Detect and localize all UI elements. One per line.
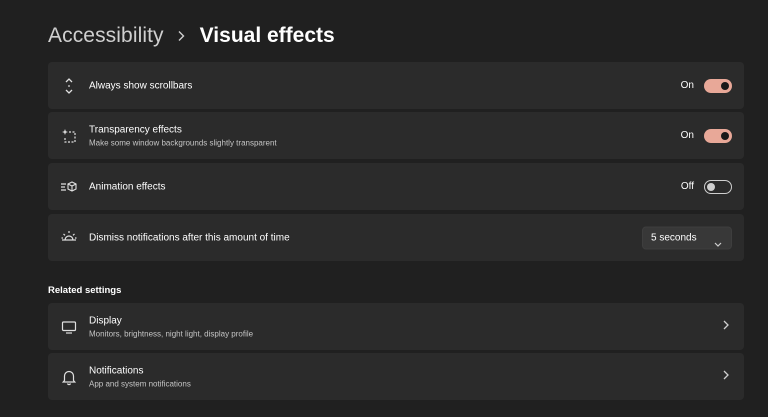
related-item-title: Notifications — [89, 365, 144, 376]
toggle-knob — [707, 182, 715, 191]
setting-title: Dismiss notifications after this amount … — [89, 232, 290, 243]
setting-transparency-effects: Transparency effects Make some window ba… — [48, 112, 744, 159]
toggle-state-label: On — [680, 130, 694, 141]
scrollbar-icon — [60, 77, 78, 95]
chevron-right-icon — [722, 318, 730, 336]
transparency-icon — [60, 127, 78, 145]
transparency-toggle[interactable] — [704, 128, 732, 143]
toggle-state-label: On — [680, 80, 694, 91]
toggle-state-label: Off — [680, 181, 694, 192]
related-item-description: Monitors, brightness, night light, displ… — [89, 329, 254, 338]
monitor-icon — [60, 318, 78, 336]
setting-dismiss-notifications: Dismiss notifications after this amount … — [48, 214, 744, 261]
scrollbars-toggle[interactable] — [704, 78, 732, 93]
breadcrumb: Accessibility Visual effects — [48, 22, 335, 50]
page-title: Visual effects — [199, 24, 335, 47]
related-item-display[interactable]: Display Monitors, brightness, night ligh… — [48, 303, 744, 350]
related-settings-heading: Related settings — [48, 285, 122, 296]
animation-icon — [60, 178, 78, 196]
related-item-notifications[interactable]: Notifications App and system notificatio… — [48, 353, 744, 400]
brightness-icon — [60, 229, 78, 247]
visual-effects-page: Accessibility Visual effects Always show… — [0, 0, 768, 417]
setting-title: Transparency effects — [89, 124, 182, 135]
chevron-right-icon — [722, 368, 730, 386]
related-item-title: Display — [89, 315, 122, 326]
setting-title: Always show scrollbars — [89, 80, 193, 91]
animation-toggle[interactable] — [704, 179, 732, 194]
setting-description: Make some window backgrounds slightly tr… — [89, 138, 277, 147]
chevron-down-icon — [714, 234, 722, 252]
toggle-knob — [721, 131, 729, 140]
bell-icon — [60, 368, 78, 386]
breadcrumb-parent-accessibility[interactable]: Accessibility — [48, 24, 164, 48]
setting-title: Animation effects — [89, 181, 166, 192]
chevron-right-icon — [170, 30, 192, 42]
dropdown-value: 5 seconds — [651, 232, 697, 243]
notification-duration-dropdown[interactable]: 5 seconds — [642, 226, 732, 249]
related-item-description: App and system notifications — [89, 379, 191, 388]
toggle-knob — [721, 81, 729, 90]
setting-always-show-scrollbars: Always show scrollbars On — [48, 62, 744, 109]
setting-animation-effects: Animation effects Off — [48, 163, 744, 210]
